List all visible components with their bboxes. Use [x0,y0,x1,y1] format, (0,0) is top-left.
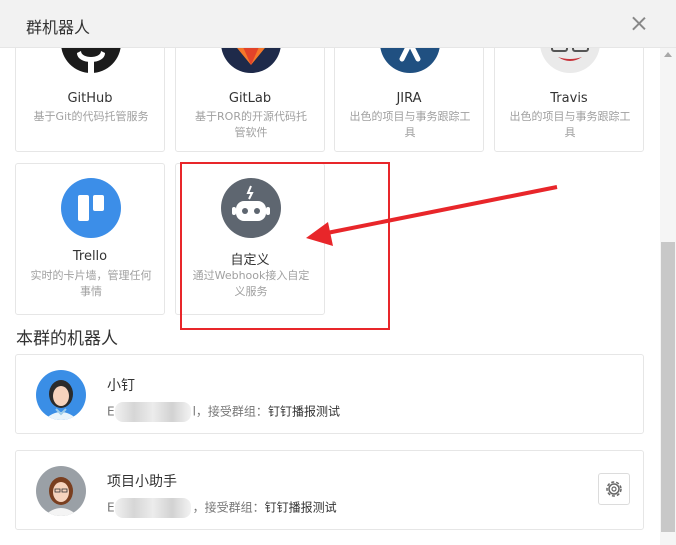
dialog-title: 群机器人 [26,18,91,37]
close-icon[interactable] [628,13,650,35]
annotation-arrow-icon [306,185,558,246]
dialog-header: 群机器人 [0,0,676,48]
robot-dialog: 群机器人 GitHub 基于Git的代码托管服务 GitLab 基于ROR的开源… [0,0,676,545]
